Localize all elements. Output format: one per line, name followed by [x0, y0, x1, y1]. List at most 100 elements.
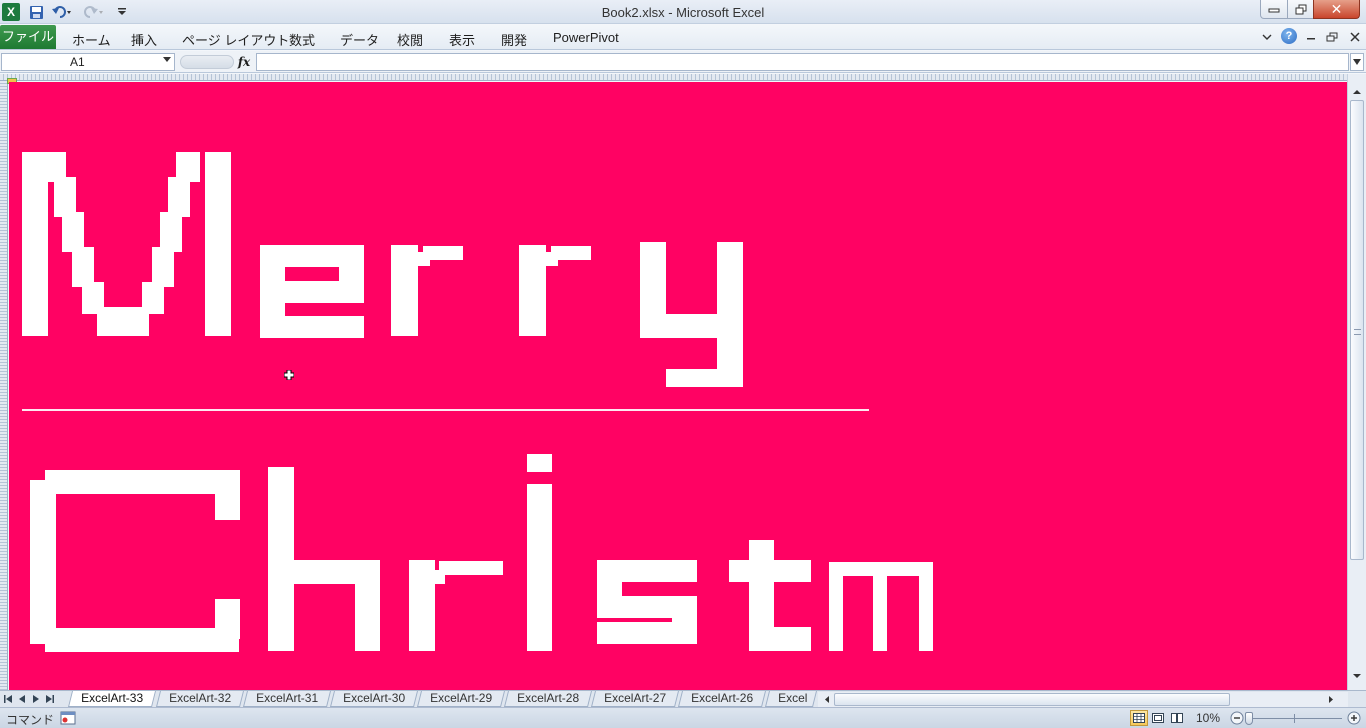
letter-h-right	[355, 560, 380, 651]
letter-m-stroke	[176, 152, 200, 182]
last-sheet-icon[interactable]	[45, 694, 55, 704]
sheet-tab[interactable]: ExcelArt-33	[68, 691, 157, 707]
formula-bar: A1 fx	[0, 51, 1366, 73]
letter-e-middle	[260, 281, 364, 303]
letter-i-dot	[527, 454, 552, 472]
close-icon: ✕	[1330, 0, 1343, 17]
letter-m-right-stem	[205, 152, 231, 336]
letter-m-stroke	[54, 177, 76, 217]
scroll-left-icon[interactable]	[822, 694, 832, 705]
tab-insert[interactable]: 挿入	[131, 30, 157, 49]
letter-m-stroke	[72, 247, 94, 287]
name-box[interactable]: A1	[1, 53, 175, 71]
insert-function-icon[interactable]: fx	[234, 53, 254, 71]
formula-bar-splitter[interactable]	[180, 55, 234, 69]
cell-cursor-icon	[284, 370, 294, 380]
prev-sheet-icon[interactable]	[17, 694, 27, 704]
workbook-restore-icon[interactable]	[1325, 28, 1339, 46]
sheet-tab[interactable]: Excel	[765, 691, 817, 707]
letter-h-stem	[268, 467, 294, 651]
macro-record-icon[interactable]	[60, 711, 76, 725]
page-layout-icon	[1152, 713, 1164, 723]
scroll-up-icon[interactable]	[1351, 86, 1363, 98]
tab-formulas[interactable]: 数式	[289, 30, 315, 49]
tab-data[interactable]: データ	[340, 30, 379, 49]
vertical-scrollbar[interactable]	[1347, 74, 1366, 690]
letter-y-right	[717, 242, 743, 387]
letter-c-left	[30, 480, 56, 644]
sheet-tab[interactable]: ExcelArt-32	[156, 691, 245, 707]
next-sheet-icon[interactable]	[31, 694, 41, 704]
zoom-out-icon[interactable]	[1230, 711, 1244, 725]
sheet-tab[interactable]: ExcelArt-28	[504, 691, 593, 707]
first-sheet-icon[interactable]	[3, 694, 13, 704]
status-mode: コマンド	[6, 713, 55, 727]
column-headers[interactable]	[0, 74, 1348, 81]
zoom-in-icon[interactable]	[1347, 711, 1361, 725]
restore-icon	[1295, 4, 1306, 14]
tab-page-layout[interactable]: ページ レイアウト	[182, 30, 289, 49]
letter-m-stroke	[152, 247, 174, 287]
letter-c-top	[45, 470, 240, 494]
letter-m-right	[919, 562, 933, 651]
help-icon[interactable]: ?	[1281, 28, 1297, 44]
tab-view[interactable]: 表示	[449, 30, 475, 49]
zoom-slider-thumb[interactable]	[1245, 712, 1253, 725]
letter-m-middle	[873, 562, 887, 651]
letter-c-bottom	[45, 628, 239, 652]
page-break-icon	[1171, 713, 1183, 723]
restore-button[interactable]	[1287, 0, 1314, 19]
zoom-slider-midmark	[1294, 714, 1295, 723]
normal-view-button[interactable]	[1130, 710, 1148, 726]
page-layout-view-button[interactable]	[1149, 710, 1167, 726]
sheet-tab[interactable]: ExcelArt-31	[243, 691, 332, 707]
window-title: Book2.xlsx - Microsoft Excel	[601, 5, 765, 20]
letter-m-left-stem	[22, 152, 48, 336]
letter-r-arm	[439, 561, 503, 575]
letter-c-lower-right	[215, 599, 240, 639]
workbook-minimize-icon[interactable]	[1305, 28, 1317, 46]
sheet-tab[interactable]: ExcelArt-26	[678, 691, 767, 707]
horizontal-scroll-thumb[interactable]	[834, 693, 1230, 706]
row-headers[interactable]	[0, 81, 8, 690]
formula-input[interactable]	[256, 53, 1349, 71]
sheet-tab[interactable]: ExcelArt-29	[417, 691, 506, 707]
letter-y-tail	[666, 369, 742, 387]
tab-review[interactable]: 校閲	[397, 30, 423, 49]
letter-t-foot	[749, 627, 811, 651]
scroll-down-icon[interactable]	[1351, 670, 1363, 682]
sheet-tab[interactable]: ExcelArt-30	[330, 691, 419, 707]
letter-t-bar	[729, 560, 811, 582]
letter-c-upper-right	[215, 480, 240, 520]
vertical-scroll-thumb[interactable]	[1350, 100, 1364, 560]
letter-e-bottom	[260, 316, 364, 338]
letter-s-bottom	[597, 622, 697, 644]
tab-home[interactable]: ホーム	[72, 30, 111, 49]
name-box-dropdown-icon[interactable]	[163, 57, 171, 62]
sheet-tab-bar: ExcelArt-33 ExcelArt-32 ExcelArt-31 Exce…	[0, 690, 1366, 707]
scroll-right-icon[interactable]	[1326, 694, 1336, 705]
sheet-tab[interactable]: ExcelArt-27	[591, 691, 680, 707]
minimize-icon	[1268, 8, 1280, 13]
minimize-button[interactable]	[1260, 0, 1288, 19]
letter-m-stroke	[62, 212, 84, 252]
letter-r-arm	[551, 246, 591, 260]
tab-developer[interactable]: 開発	[501, 30, 527, 49]
title-bar: X Book2.xlsx - Microsoft Excel ✕	[0, 0, 1366, 24]
horizontal-scrollbar[interactable]	[818, 692, 1348, 707]
close-button[interactable]: ✕	[1313, 0, 1360, 19]
minimize-ribbon-icon[interactable]	[1261, 28, 1273, 46]
workbook-close-icon[interactable]	[1348, 28, 1362, 46]
worksheet-grid[interactable]	[9, 82, 1347, 690]
page-break-view-button[interactable]	[1168, 710, 1186, 726]
letter-m-left	[829, 562, 843, 651]
tab-file[interactable]: ファイル	[0, 25, 56, 49]
divider-line	[22, 409, 869, 411]
letter-m-stroke	[160, 212, 182, 252]
name-box-value: A1	[70, 55, 85, 69]
tab-powerpivot[interactable]: PowerPivot	[553, 30, 619, 45]
zoom-level[interactable]: 10%	[1196, 711, 1220, 725]
expand-formula-bar-icon[interactable]	[1350, 53, 1364, 71]
scroll-grip	[1354, 329, 1361, 335]
letter-m-stroke	[168, 177, 190, 217]
